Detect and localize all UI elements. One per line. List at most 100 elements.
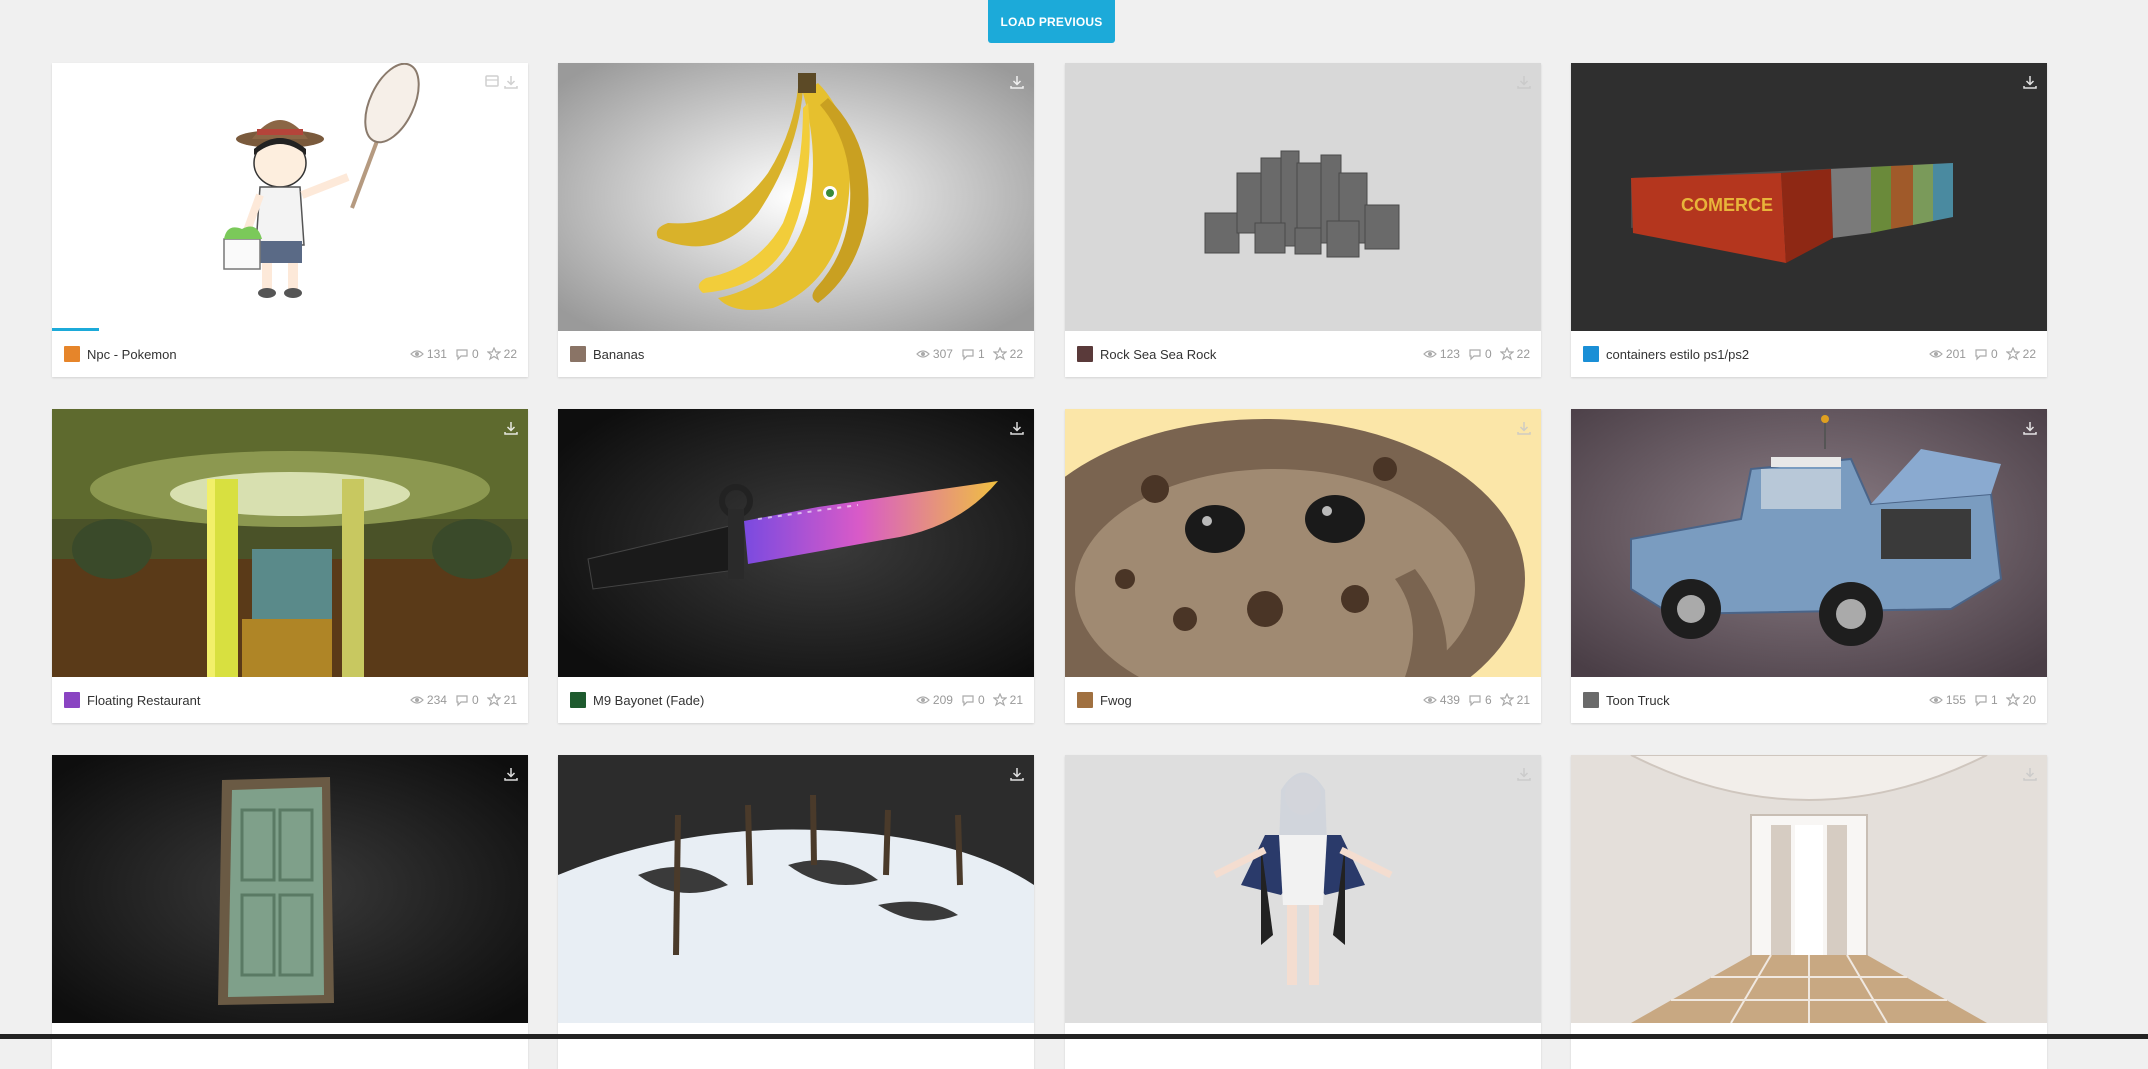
card-footer: M9 Bayonet (Fade) 209 0 21 <box>558 677 1034 723</box>
model-thumbnail[interactable] <box>558 755 1034 1023</box>
download-icon[interactable] <box>1008 73 1026 91</box>
model-stats: 234 0 21 <box>402 693 517 707</box>
download-icon[interactable] <box>502 419 520 437</box>
like-count[interactable]: 21 <box>486 693 517 707</box>
like-count[interactable]: 22 <box>1499 347 1530 361</box>
download-icon[interactable] <box>2021 73 2039 91</box>
model-title[interactable]: Floating Restaurant <box>87 693 402 708</box>
eye-icon <box>1423 696 1437 704</box>
download-icon[interactable] <box>1515 419 1533 437</box>
like-count[interactable]: 22 <box>992 347 1023 361</box>
author-avatar[interactable] <box>1583 692 1599 708</box>
model-thumbnail[interactable]: COMERCE <box>1571 63 2047 331</box>
model-card-toon-truck[interactable]: Toon Truck 155 1 20 <box>1571 409 2047 723</box>
model-thumbnail[interactable] <box>558 63 1034 331</box>
view-count: 307 <box>916 347 953 361</box>
card-footer: Toon Truck 155 1 20 <box>1571 677 2047 723</box>
model-stats: 155 1 20 <box>1921 693 2036 707</box>
view-count: 123 <box>1423 347 1460 361</box>
star-icon <box>1499 693 1514 707</box>
comment-icon <box>962 349 974 361</box>
model-card-m9-bayonet[interactable]: M9 Bayonet (Fade) 209 0 21 <box>558 409 1034 723</box>
model-title[interactable]: containers estilo ps1/ps2 <box>1606 347 1921 362</box>
like-count[interactable]: 21 <box>1499 693 1530 707</box>
model-card-anime-girl[interactable] <box>1065 755 1541 1069</box>
model-thumbnail[interactable] <box>1065 63 1541 331</box>
model-title[interactable]: Bananas <box>593 347 908 362</box>
like-count[interactable]: 22 <box>2005 347 2036 361</box>
card-footer: containers estilo ps1/ps2 201 0 22 <box>1571 331 2047 377</box>
eye-icon <box>916 350 930 358</box>
svg-text:COMERCE: COMERCE <box>1681 195 1773 215</box>
author-avatar[interactable] <box>64 346 80 362</box>
download-icon[interactable] <box>1515 765 1533 783</box>
model-thumbnail[interactable] <box>1571 755 2047 1023</box>
like-count[interactable]: 22 <box>486 347 517 361</box>
load-previous-button[interactable]: LOAD PREVIOUS <box>988 0 1115 43</box>
download-icon[interactable] <box>1008 765 1026 783</box>
model-card-npc-pokemon[interactable]: Npc - Pokemon 131 0 22 <box>52 63 528 377</box>
model-thumbnail[interactable] <box>558 409 1034 677</box>
model-title[interactable]: M9 Bayonet (Fade) <box>593 693 908 708</box>
window-bottom-edge <box>0 1034 2148 1039</box>
star-icon <box>1499 347 1514 361</box>
download-icon[interactable] <box>2021 765 2039 783</box>
author-avatar[interactable] <box>64 692 80 708</box>
star-icon <box>992 347 1007 361</box>
comment-count: 1 <box>961 347 985 361</box>
model-thumbnail[interactable] <box>1571 409 2047 677</box>
download-icon[interactable] <box>1008 419 1026 437</box>
model-card-containers[interactable]: COMERCE containers estilo ps1/ps2 201 0 … <box>1571 63 2047 377</box>
model-card-snow-hill[interactable] <box>558 755 1034 1069</box>
model-card-fwog[interactable]: Fwog 439 6 21 <box>1065 409 1541 723</box>
download-icon[interactable] <box>502 765 520 783</box>
comment-icon <box>456 695 468 707</box>
download-icon[interactable] <box>502 73 520 91</box>
comment-icon <box>1469 349 1481 361</box>
model-thumbnail[interactable] <box>1065 409 1541 677</box>
model-card-floating-restaurant[interactable]: Floating Restaurant 234 0 21 <box>52 409 528 723</box>
download-icon[interactable] <box>2021 419 2039 437</box>
model-title[interactable]: Fwog <box>1100 693 1415 708</box>
model-title[interactable]: Rock Sea Sea Rock <box>1100 347 1415 362</box>
eye-icon <box>1929 350 1943 358</box>
comment-count: 0 <box>1974 347 1998 361</box>
model-thumbnail[interactable] <box>52 63 528 331</box>
model-thumbnail[interactable] <box>52 409 528 677</box>
model-card-bananas[interactable]: Bananas 307 1 22 <box>558 63 1034 377</box>
model-card-door[interactable] <box>52 755 528 1069</box>
model-stats: 201 0 22 <box>1921 347 2036 361</box>
comment-icon <box>1975 695 1987 707</box>
eye-icon <box>410 696 424 704</box>
download-icon[interactable] <box>1515 73 1533 91</box>
like-count[interactable]: 20 <box>2005 693 2036 707</box>
comment-count: 6 <box>1468 693 1492 707</box>
author-avatar[interactable] <box>570 346 586 362</box>
card-footer: Npc - Pokemon 131 0 22 <box>52 331 528 377</box>
author-avatar[interactable] <box>1583 346 1599 362</box>
view-count: 131 <box>410 347 447 361</box>
model-title[interactable]: Npc - Pokemon <box>87 347 402 362</box>
author-avatar[interactable] <box>570 692 586 708</box>
card-footer: Bananas 307 1 22 <box>558 331 1034 377</box>
comment-icon <box>1975 349 1987 361</box>
comment-count: 0 <box>455 347 479 361</box>
model-thumbnail[interactable] <box>52 755 528 1023</box>
comment-icon <box>1469 695 1481 707</box>
star-icon <box>2005 693 2020 707</box>
model-card-rock-sea-sea-rock[interactable]: Rock Sea Sea Rock 123 0 22 <box>1065 63 1541 377</box>
eye-icon <box>410 350 424 358</box>
model-stats: 131 0 22 <box>402 347 517 361</box>
model-thumbnail[interactable] <box>1065 755 1541 1023</box>
view-count: 209 <box>916 693 953 707</box>
author-avatar[interactable] <box>1077 346 1093 362</box>
like-count[interactable]: 21 <box>992 693 1023 707</box>
star-icon <box>486 693 501 707</box>
comment-icon <box>456 349 468 361</box>
comment-count: 0 <box>961 693 985 707</box>
author-avatar[interactable] <box>1077 692 1093 708</box>
cube-icon <box>485 74 499 88</box>
model-title[interactable]: Toon Truck <box>1606 693 1921 708</box>
eye-icon <box>1929 696 1943 704</box>
model-card-room[interactable] <box>1571 755 2047 1069</box>
